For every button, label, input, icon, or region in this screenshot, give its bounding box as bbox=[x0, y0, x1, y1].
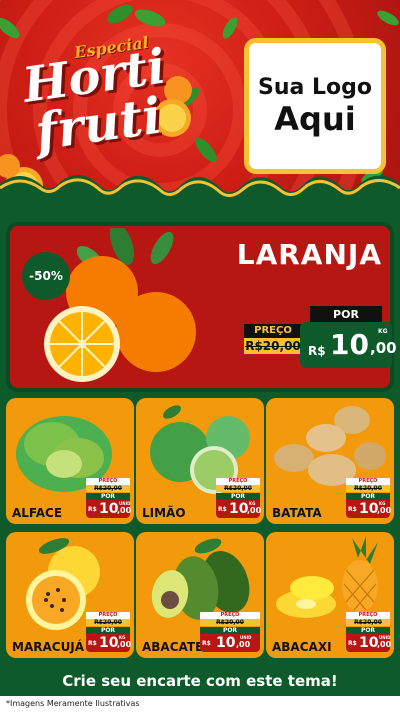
currency: R$ bbox=[348, 506, 357, 513]
price-value: R$ 10 ,00 KG bbox=[86, 634, 132, 652]
old-price-label: PREÇO bbox=[346, 612, 390, 619]
price-integer: 10 bbox=[330, 328, 369, 361]
orange-illustration bbox=[44, 228, 196, 382]
product-name: ABACATE bbox=[142, 640, 204, 654]
featured-offer-card: -50% LARANJA PREÇO R$20,00 POR R$ 10 ,00… bbox=[6, 222, 397, 392]
price-cents: ,00 bbox=[377, 640, 392, 649]
logo-text-line-2: Aqui bbox=[274, 99, 356, 138]
logo-placeholder: Sua Logo Aqui bbox=[244, 38, 386, 174]
currency: R$ bbox=[88, 506, 97, 513]
logo-text-line-1: Sua Logo bbox=[257, 74, 372, 100]
old-price-label: PREÇO bbox=[244, 324, 302, 338]
por-label: POR bbox=[86, 627, 130, 634]
currency: R$ bbox=[348, 640, 357, 647]
old-price-label: PREÇO bbox=[86, 612, 130, 619]
old-price-tag: PREÇO R$20,00 bbox=[244, 324, 302, 356]
currency: R$ bbox=[202, 640, 211, 647]
price-cents: ,00 bbox=[370, 339, 397, 357]
price-unit: KG bbox=[249, 501, 256, 506]
price-tag: PREÇO R$20,00 POR R$ 10 ,00 UNID bbox=[346, 612, 392, 652]
hortifruti-title: Horti fruti bbox=[19, 39, 175, 162]
price-unit: KG bbox=[379, 501, 386, 506]
price-cents: ,00 bbox=[377, 506, 392, 515]
product-name: ALFACE bbox=[12, 506, 63, 520]
flyer: Especial Horti fruti Sua Logo Aqui -50% … bbox=[0, 0, 400, 712]
price-value: R$ 10 ,00 KG bbox=[216, 500, 262, 518]
currency: R$ bbox=[308, 344, 326, 358]
featured-price: R$ 10 ,00 KG bbox=[300, 322, 397, 368]
price-integer: 10 bbox=[359, 501, 379, 517]
por-label: POR bbox=[346, 493, 390, 500]
product-card-alface: ALFACE PREÇO R$20,00 POR R$ 10 ,00 UNID bbox=[6, 398, 134, 524]
price-cents: ,00 bbox=[236, 640, 251, 649]
old-price-value: R$20,00 bbox=[346, 485, 390, 492]
price-cents: ,00 bbox=[247, 506, 262, 515]
price-unit: KG bbox=[119, 635, 126, 640]
old-price-label: PREÇO bbox=[346, 478, 390, 485]
discount-badge: -50% bbox=[22, 252, 70, 300]
old-price-value: R$20,00 bbox=[216, 485, 260, 492]
price-value: R$ 10 ,00 UNID bbox=[200, 634, 260, 652]
call-to-action[interactable]: Crie seu encarte com este tema! bbox=[0, 666, 400, 696]
old-price-value: R$20,00 bbox=[86, 619, 130, 626]
price-unit: UNID bbox=[379, 635, 391, 640]
old-price-value: R$20,00 bbox=[200, 619, 260, 626]
price-unit: UNID bbox=[240, 635, 252, 640]
price-tag: PREÇO R$20,00 POR R$ 10 ,00 KG bbox=[346, 478, 392, 518]
price-integer: 10 bbox=[99, 501, 119, 517]
price-tag: PREÇO R$20,00 POR R$ 10 ,00 KG bbox=[216, 478, 262, 518]
old-price-label: PREÇO bbox=[200, 612, 260, 619]
product-card-limao: LIMÃO PREÇO R$20,00 POR R$ 10 ,00 KG bbox=[136, 398, 264, 524]
price-cents: ,00 bbox=[117, 640, 132, 649]
price-value: R$ 10 ,00 UNID bbox=[346, 634, 392, 652]
old-price-value: R$20,00 bbox=[244, 338, 302, 354]
product-card-maracuja: MARACUJÁ PREÇO R$20,00 POR R$ 10 ,00 KG bbox=[6, 532, 134, 658]
price-unit: UNID bbox=[119, 501, 131, 506]
featured-product-name: LARANJA bbox=[236, 238, 382, 271]
old-price-value: R$20,00 bbox=[346, 619, 390, 626]
product-card-batata: BATATA PREÇO R$20,00 POR R$ 10 ,00 KG bbox=[266, 398, 394, 524]
price-integer: 10 bbox=[216, 635, 236, 651]
price-integer: 10 bbox=[229, 501, 249, 517]
disclaimer: *Imagens Meramente Ilustrativas bbox=[0, 696, 400, 712]
product-card-abacate: ABACATE PREÇO R$20,00 POR R$ 10 ,00 UNID bbox=[136, 532, 264, 658]
price-tag: PREÇO R$20,00 POR R$ 10 ,00 UNID bbox=[200, 612, 260, 652]
por-label: POR bbox=[346, 627, 390, 634]
por-label: POR bbox=[86, 493, 130, 500]
header-drip-border bbox=[0, 174, 400, 224]
price-unit: KG bbox=[378, 328, 388, 335]
price-cents: ,00 bbox=[117, 506, 132, 515]
old-price-label: PREÇO bbox=[216, 478, 260, 485]
product-name: MARACUJÁ bbox=[12, 640, 85, 654]
product-name: LIMÃO bbox=[142, 506, 186, 520]
price-tag: PREÇO R$20,00 POR R$ 10 ,00 KG bbox=[86, 612, 132, 652]
price-integer: 10 bbox=[359, 635, 379, 651]
por-label: POR bbox=[216, 493, 260, 500]
old-price-value: R$20,00 bbox=[86, 485, 130, 492]
price-tag: PREÇO R$20,00 POR R$ 10 ,00 UNID bbox=[86, 478, 132, 518]
currency: R$ bbox=[88, 640, 97, 647]
por-label: POR bbox=[200, 627, 260, 634]
old-price-label: PREÇO bbox=[86, 478, 130, 485]
price-value: R$ 10 ,00 KG bbox=[346, 500, 392, 518]
por-label: POR bbox=[310, 306, 382, 322]
price-integer: 10 bbox=[99, 635, 119, 651]
product-name: BATATA bbox=[272, 506, 322, 520]
currency: R$ bbox=[218, 506, 227, 513]
product-card-abacaxi: ABACAXI PREÇO R$20,00 POR R$ 10 ,00 UNID bbox=[266, 532, 394, 658]
product-name: ABACAXI bbox=[272, 640, 332, 654]
price-value: R$ 10 ,00 UNID bbox=[86, 500, 132, 518]
